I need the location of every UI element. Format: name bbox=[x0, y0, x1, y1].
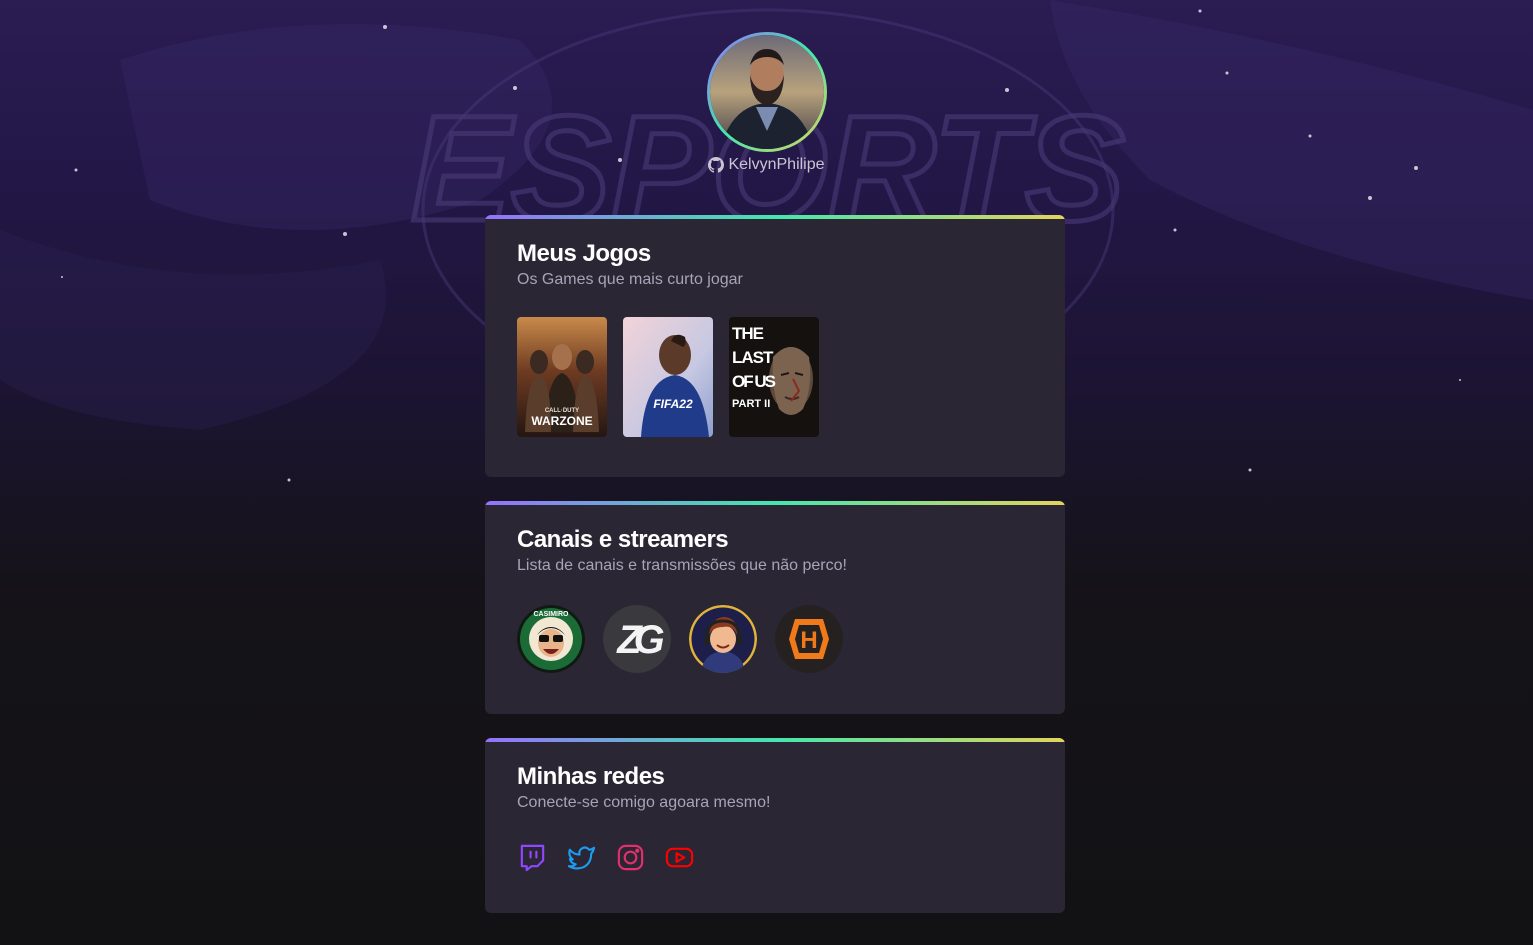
twitch-icon[interactable] bbox=[517, 842, 548, 873]
channels-card: Canais e streamers Lista de canais e tra… bbox=[485, 501, 1065, 714]
networks-title: Minhas redes bbox=[517, 763, 665, 790]
avatar bbox=[709, 35, 824, 149]
avatar-ring bbox=[706, 32, 827, 152]
tlou-title-line-2: LAST bbox=[732, 348, 774, 367]
fifa-title-text: FIFA22 bbox=[653, 397, 693, 411]
channel-avatar-zg[interactable]: ZG bbox=[603, 605, 671, 673]
channels-subtitle: Lista de canais e transmissões que não p… bbox=[517, 557, 847, 574]
youtube-icon[interactable] bbox=[664, 842, 695, 873]
games-list: CALL·DUTY WARZONE FIFA22 THE LAST OF US … bbox=[517, 317, 819, 437]
github-icon bbox=[708, 157, 725, 173]
channels-list: CASIMIRO ZG H bbox=[517, 605, 843, 673]
game-cover-tlou2[interactable]: THE LAST OF US PART II bbox=[729, 317, 819, 437]
game-cover-fifa22[interactable]: FIFA22 bbox=[623, 317, 713, 437]
github-username: KelvynPhilipe bbox=[728, 156, 825, 173]
games-title: Meus Jogos bbox=[517, 240, 651, 267]
game-cover-warzone[interactable]: CALL·DUTY WARZONE bbox=[517, 317, 607, 437]
networks-list bbox=[517, 842, 695, 873]
profile-header: KelvynPhilipe bbox=[0, 32, 1533, 178]
twitter-icon[interactable] bbox=[566, 842, 597, 873]
tlou-title-line-4: PART II bbox=[732, 398, 770, 410]
networks-subtitle: Conecte-se comigo agoara mesmo! bbox=[517, 794, 771, 811]
games-card: Meus Jogos Os Games que mais curto jogar… bbox=[485, 215, 1065, 477]
zg-logo-text: ZG bbox=[616, 618, 663, 662]
tlou-title-line-3: OF US bbox=[732, 372, 776, 391]
channels-title: Canais e streamers bbox=[517, 526, 729, 553]
channel-avatar-h[interactable]: H bbox=[775, 605, 843, 673]
networks-card: Minhas redes Conecte-se comigo agoara me… bbox=[485, 738, 1065, 913]
tlou-title-line-1: THE bbox=[732, 324, 764, 343]
warzone-title-text: WARZONE bbox=[531, 414, 592, 428]
games-subtitle: Os Games que mais curto jogar bbox=[517, 271, 743, 288]
github-link[interactable]: KelvynPhilipe bbox=[708, 156, 825, 174]
h-logo-text: H bbox=[800, 627, 817, 654]
casimiro-badge-text: CASIMIRO bbox=[534, 611, 570, 618]
instagram-icon[interactable] bbox=[615, 842, 646, 873]
channel-avatar-streamer[interactable] bbox=[689, 605, 757, 673]
channel-avatar-casimiro[interactable]: CASIMIRO bbox=[517, 605, 585, 673]
